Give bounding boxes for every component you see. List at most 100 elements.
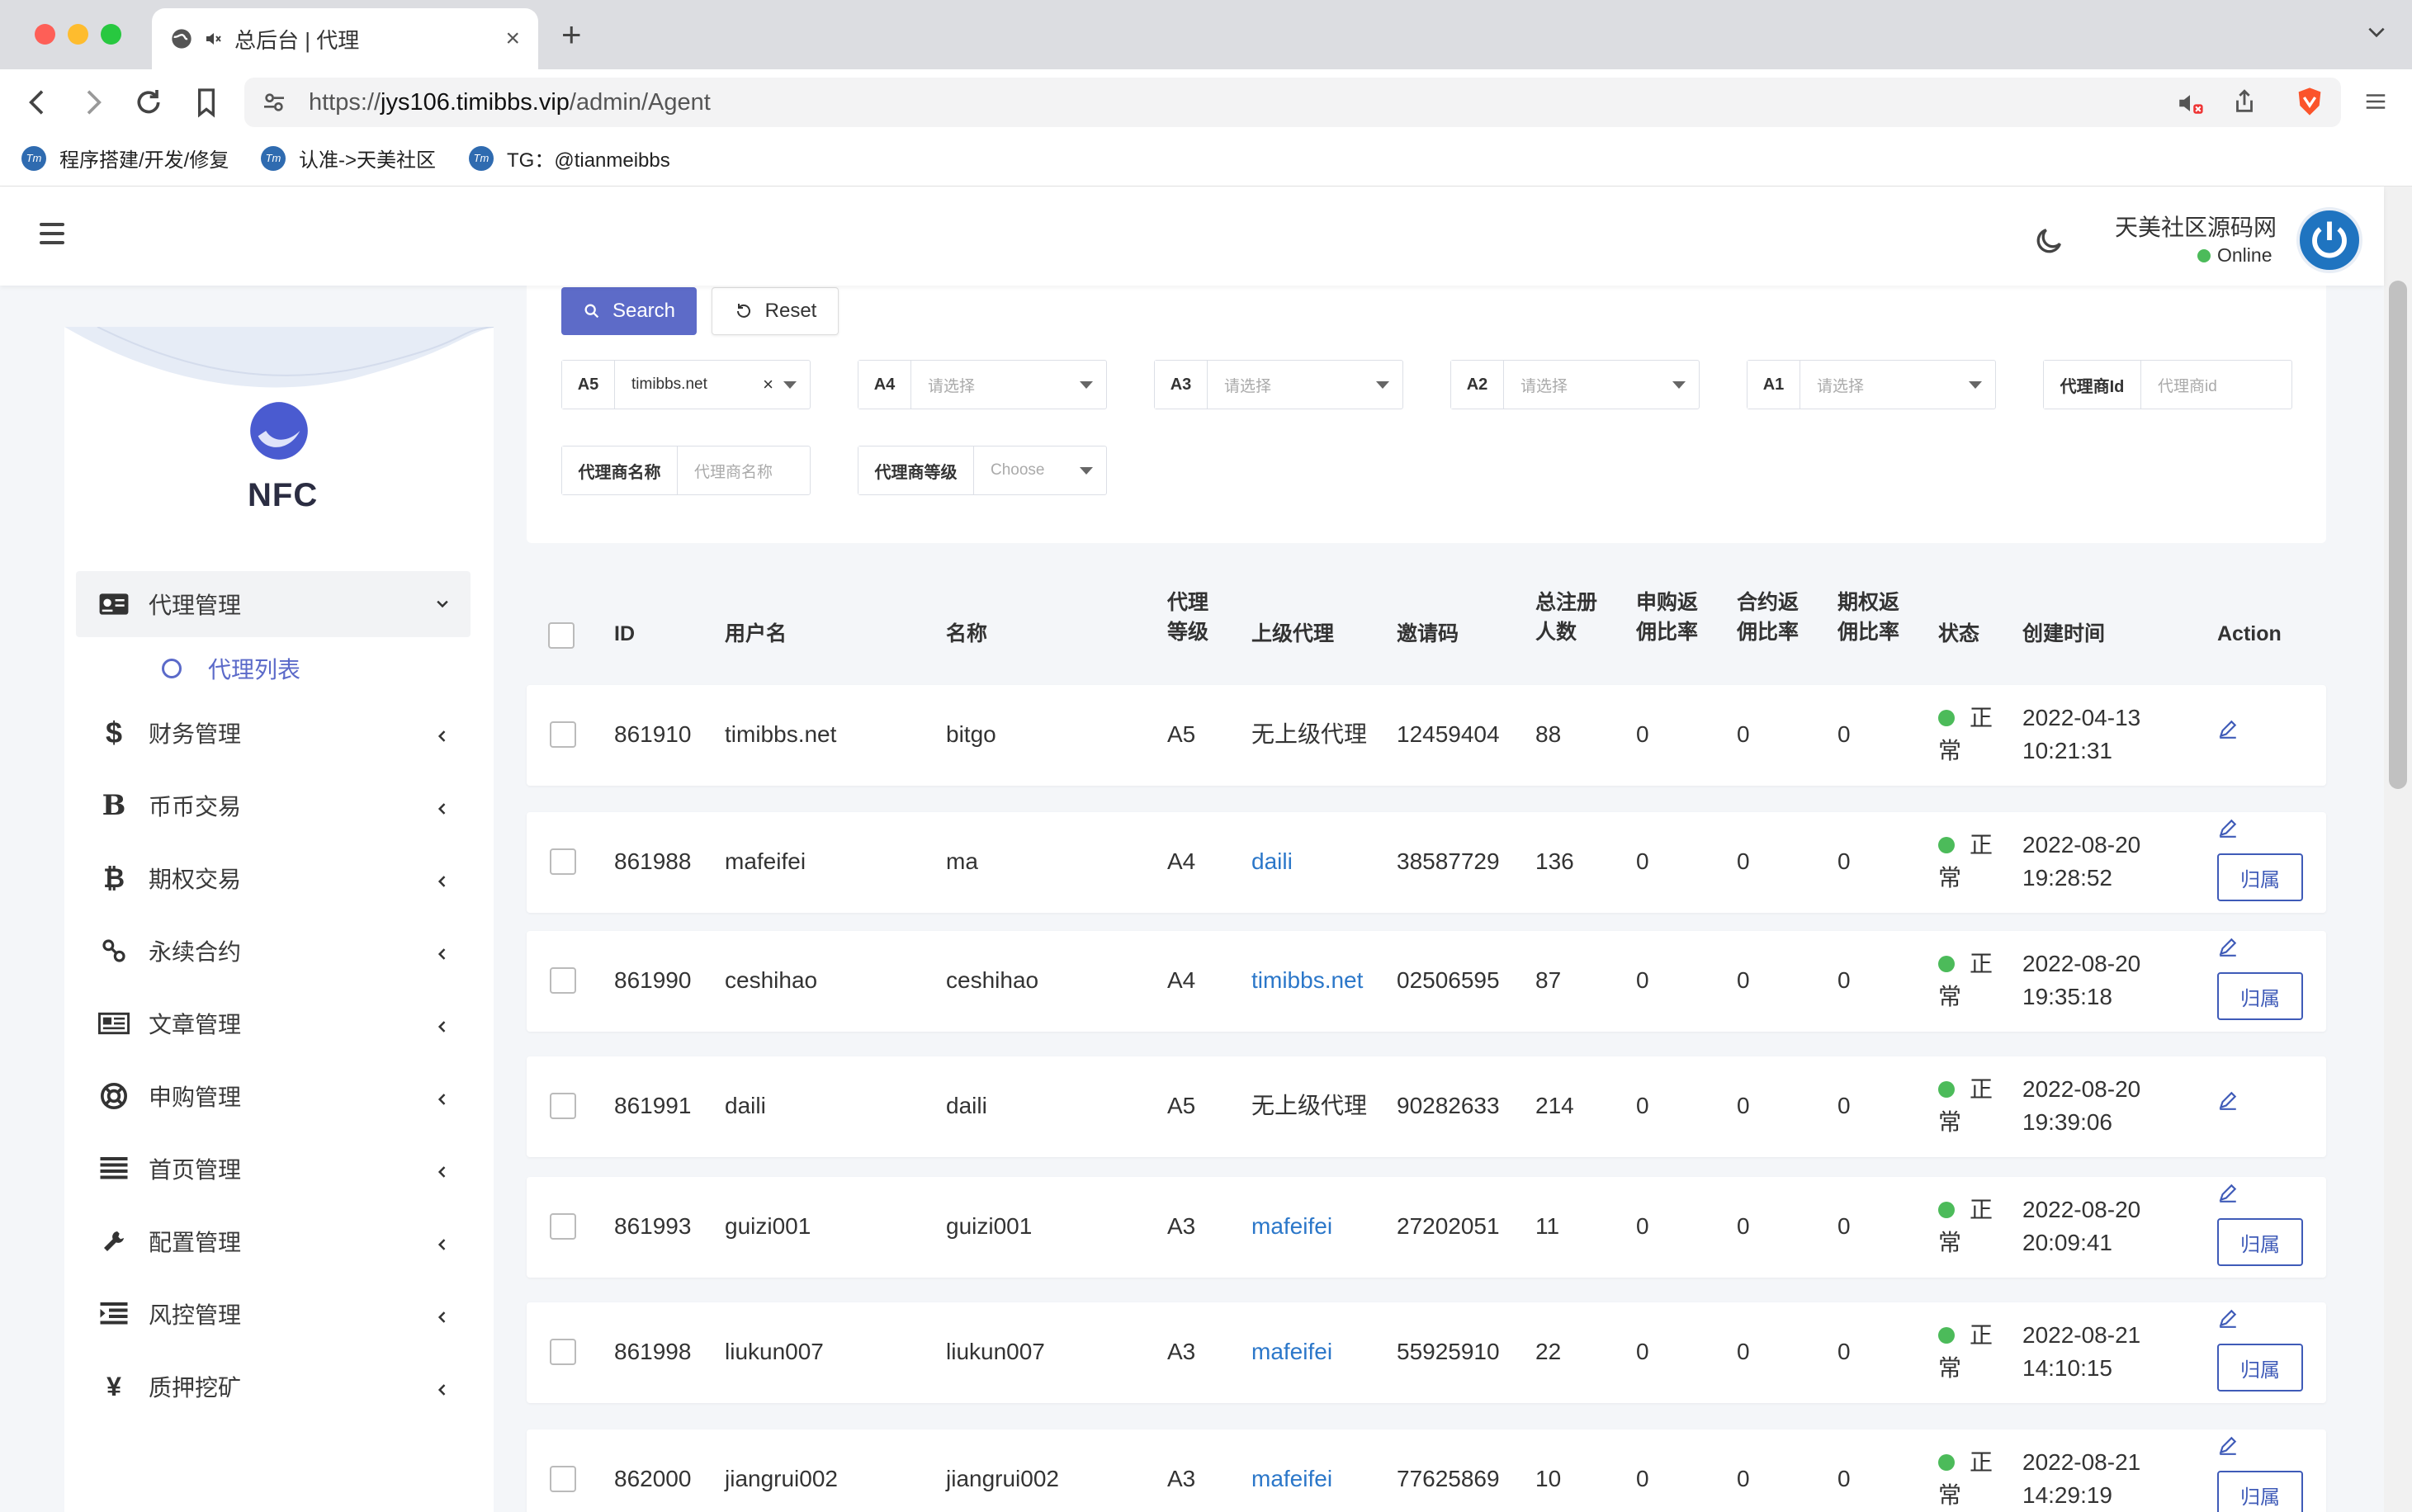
filter-field-6[interactable]: 代理商Id 代理商id bbox=[2043, 360, 2292, 409]
sidebar-item-6[interactable]: 申购管理 bbox=[97, 1080, 241, 1113]
scrollbar-thumb[interactable] bbox=[2389, 281, 2407, 789]
clear-icon[interactable]: × bbox=[763, 374, 773, 395]
chevron-left-icon[interactable] bbox=[434, 946, 451, 962]
chevron-left-icon[interactable] bbox=[434, 1236, 451, 1253]
brave-shield-icon[interactable] bbox=[2293, 84, 2326, 119]
url-text[interactable]: https://jys106.timibbs.vip/admin/Agent bbox=[309, 87, 711, 117]
chevron-down-icon[interactable] bbox=[434, 596, 451, 612]
forward-icon[interactable] bbox=[76, 86, 109, 119]
row-checkbox[interactable] bbox=[550, 1093, 576, 1119]
bookmark-item-1[interactable]: Tm 程序搭建/开发/修复 bbox=[21, 144, 229, 172]
col-username[interactable]: 用户名 bbox=[725, 619, 787, 649]
col-status[interactable]: 状态 bbox=[1938, 619, 1979, 649]
sidebar-item-agent[interactable]: 代理管理 bbox=[97, 588, 241, 621]
cell-parent[interactable]: mafeifei bbox=[1251, 1210, 1332, 1243]
chevron-left-icon[interactable] bbox=[434, 873, 451, 890]
bookmark-item-3[interactable]: Tm TG：@tianmeibbs bbox=[469, 144, 670, 172]
row-checkbox[interactable] bbox=[550, 721, 576, 748]
chevron-left-icon[interactable] bbox=[434, 801, 451, 817]
row-checkbox[interactable] bbox=[550, 1213, 576, 1240]
edit-icon[interactable] bbox=[2217, 936, 2239, 957]
dropdown-arrow-icon[interactable] bbox=[1080, 466, 1093, 475]
bookmark-icon[interactable] bbox=[190, 86, 223, 119]
sidebar-subitem-agent-list[interactable]: 代理列表 bbox=[162, 652, 300, 685]
edit-icon[interactable] bbox=[2217, 718, 2239, 739]
filter-field-4[interactable]: A2 请选择 bbox=[1450, 360, 1700, 409]
share-icon[interactable] bbox=[2230, 87, 2258, 116]
col-invite[interactable]: 邀请码 bbox=[1397, 619, 1459, 649]
dark-mode-moon-icon[interactable] bbox=[2032, 224, 2065, 258]
sidebar-item-3[interactable]: ₿ 期权交易 bbox=[97, 862, 241, 895]
belong-button[interactable]: 归属 bbox=[2217, 1344, 2303, 1392]
filter-select-value[interactable]: 请选择 bbox=[1504, 374, 1672, 396]
site-settings-icon[interactable] bbox=[261, 89, 287, 116]
sidebar-item-4[interactable]: 永续合约 bbox=[97, 934, 241, 967]
chevron-left-icon[interactable] bbox=[434, 1018, 451, 1035]
dropdown-arrow-icon[interactable] bbox=[1969, 380, 1982, 389]
avatar[interactable] bbox=[2296, 207, 2362, 273]
mute-icon[interactable] bbox=[203, 29, 223, 49]
cell-parent[interactable]: timibbs.net bbox=[1251, 964, 1363, 997]
col-level[interactable]: 代理 等级 bbox=[1167, 588, 1208, 647]
belong-button[interactable]: 归属 bbox=[2217, 1218, 2303, 1266]
filter-input-placeholder[interactable]: 代理商名称 bbox=[678, 460, 810, 482]
filter-select-value[interactable]: Choose bbox=[974, 461, 1080, 480]
cell-parent[interactable]: mafeifei bbox=[1251, 1462, 1332, 1495]
edit-icon[interactable] bbox=[2217, 817, 2239, 839]
sidebar-item-5[interactable]: 文章管理 bbox=[97, 1007, 241, 1040]
row-checkbox[interactable] bbox=[550, 1339, 576, 1365]
col-parent[interactable]: 上级代理 bbox=[1251, 619, 1334, 649]
cell-parent[interactable]: mafeifei bbox=[1251, 1335, 1332, 1368]
dropdown-arrow-icon[interactable] bbox=[1376, 380, 1389, 389]
search-button[interactable]: Search bbox=[561, 287, 697, 335]
col-contract-rate[interactable]: 合约返 佣比率 bbox=[1737, 588, 1799, 647]
back-icon[interactable] bbox=[21, 86, 54, 119]
chevron-down-icon[interactable] bbox=[2366, 21, 2387, 43]
chevron-left-icon[interactable] bbox=[434, 1382, 451, 1398]
edit-icon[interactable] bbox=[2217, 1307, 2239, 1329]
filter-select-value[interactable]: 请选择 bbox=[1208, 374, 1376, 396]
tab-close-icon[interactable]: × bbox=[505, 25, 520, 53]
edit-icon[interactable] bbox=[2217, 1434, 2239, 1456]
reload-icon[interactable] bbox=[132, 86, 165, 119]
row-checkbox[interactable] bbox=[550, 1466, 576, 1492]
reset-button[interactable]: Reset bbox=[712, 287, 839, 335]
dropdown-arrow-icon[interactable] bbox=[783, 380, 797, 389]
filter-select-value[interactable]: timibbs.net bbox=[615, 376, 763, 394]
sidebar-item-7[interactable]: 首页管理 bbox=[97, 1152, 241, 1185]
col-name[interactable]: 名称 bbox=[946, 619, 987, 649]
col-id[interactable]: ID bbox=[614, 619, 635, 649]
window-minimize-button[interactable] bbox=[68, 24, 88, 45]
browser-tab[interactable]: 总后台 | 代理 × bbox=[152, 8, 538, 69]
sidebar-item-2[interactable]: B 币币交易 bbox=[97, 789, 241, 822]
filter-field-8[interactable]: 代理商等级 Choose bbox=[858, 446, 1107, 495]
filter-field-1[interactable]: A5 timibbs.net × bbox=[561, 360, 811, 409]
sidebar-item-1[interactable]: $ 财务管理 bbox=[97, 716, 241, 749]
chevron-left-icon[interactable] bbox=[434, 1164, 451, 1180]
row-checkbox[interactable] bbox=[550, 848, 576, 875]
dropdown-arrow-icon[interactable] bbox=[1080, 380, 1093, 389]
edit-icon[interactable] bbox=[2217, 1089, 2239, 1111]
dropdown-arrow-icon[interactable] bbox=[1672, 380, 1686, 389]
filter-field-5[interactable]: A1 请选择 bbox=[1747, 360, 1996, 409]
user-name[interactable]: 天美社区源码网 bbox=[2115, 210, 2277, 243]
menu-icon[interactable] bbox=[2362, 89, 2389, 114]
belong-button[interactable]: 归属 bbox=[2217, 853, 2303, 901]
col-option-rate[interactable]: 期权返 佣比率 bbox=[1837, 588, 1899, 647]
media-muted-icon[interactable] bbox=[2176, 89, 2204, 117]
filter-field-3[interactable]: A3 请选择 bbox=[1154, 360, 1403, 409]
filter-field-2[interactable]: A4 请选择 bbox=[858, 360, 1107, 409]
sidebar-item-9[interactable]: 风控管理 bbox=[97, 1297, 241, 1330]
window-close-button[interactable] bbox=[35, 24, 55, 45]
edit-icon[interactable] bbox=[2217, 1182, 2239, 1203]
cell-parent[interactable]: daili bbox=[1251, 845, 1293, 878]
select-all-checkbox[interactable] bbox=[548, 622, 575, 649]
hamburger-menu-icon[interactable] bbox=[40, 223, 64, 244]
filter-select-value[interactable]: 请选择 bbox=[911, 374, 1080, 396]
sidebar-item-8[interactable]: 配置管理 bbox=[97, 1225, 241, 1258]
bookmark-item-2[interactable]: Tm 认准->天美社区 bbox=[261, 144, 436, 172]
chevron-left-icon[interactable] bbox=[434, 1091, 451, 1108]
col-total[interactable]: 总注册 人数 bbox=[1535, 588, 1597, 647]
filter-select-value[interactable]: 请选择 bbox=[1800, 374, 1969, 396]
chevron-left-icon[interactable] bbox=[434, 1309, 451, 1325]
